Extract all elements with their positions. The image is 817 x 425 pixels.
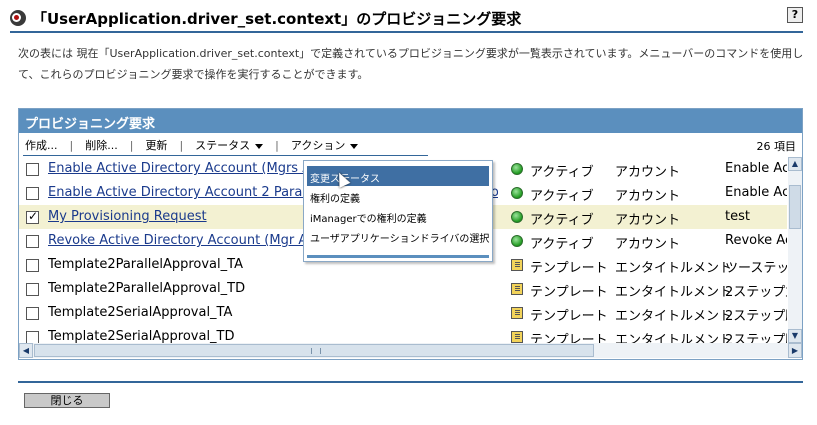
toolbar-separator: |: [129, 138, 134, 152]
toolbar-separator: |: [69, 138, 74, 152]
category-cell: エンタイトルメント: [615, 285, 733, 300]
template-document-icon: [511, 331, 523, 343]
refresh-button[interactable]: 更新: [145, 137, 167, 153]
delete-button[interactable]: 削除...: [85, 137, 118, 153]
status-cell: テンプレート: [530, 309, 608, 324]
row-checkbox[interactable]: [26, 187, 39, 200]
request-name: Template2SerialApproval_TD: [48, 329, 235, 343]
template-document-icon: [511, 307, 523, 319]
row-checkbox[interactable]: [26, 331, 39, 343]
menu-bottom-bar: [307, 255, 489, 258]
status-menu-button[interactable]: ステータス: [195, 137, 264, 153]
status-cell: テンプレート: [530, 261, 608, 276]
table-row[interactable]: Template2SerialApproval_TA テンプレート エンタイトルメン…: [19, 301, 787, 325]
status-cell: アクティブ: [530, 213, 594, 228]
description-cell: test: [725, 209, 750, 224]
template-document-icon: [511, 259, 523, 271]
row-checkbox[interactable]: [26, 259, 39, 272]
template-document-icon: [511, 283, 523, 295]
category-cell: アカウント: [615, 213, 681, 228]
title-bar: 「UserApplication.driver_set.context」のプロビ…: [10, 6, 521, 30]
category-cell: アカウント: [615, 165, 681, 180]
active-status-icon: [511, 187, 523, 199]
toolbar-separator: |: [179, 138, 184, 152]
close-button[interactable]: 閉じる: [24, 393, 110, 408]
row-checkbox[interactable]: [26, 235, 39, 248]
category-cell: エンタイトルメント: [615, 261, 733, 276]
menu-item-define-rights[interactable]: 権利の定義: [304, 186, 492, 206]
scroll-grip-icon: [311, 348, 321, 354]
scroll-left-arrow-icon[interactable]: ◀: [19, 343, 33, 358]
table-row[interactable]: Template2ParallelApproval_TD テンプレート エンタイトル…: [19, 277, 787, 301]
action-menu-button[interactable]: アクション: [290, 137, 359, 153]
description-cell: 2ステップ並: [725, 285, 787, 300]
panel-header: プロビジョニング要求: [19, 109, 802, 133]
row-checkbox[interactable]: [26, 163, 39, 176]
active-status-icon: [511, 235, 523, 247]
vertical-scrollbar[interactable]: ▲ ▼: [788, 157, 802, 343]
chevron-down-icon: [255, 143, 264, 149]
request-name: Template2SerialApproval_TA: [48, 305, 233, 320]
description-cell: Revoke Ac: [725, 233, 787, 248]
description-cell: Enable Ac: [725, 161, 787, 176]
status-cell: アクティブ: [530, 165, 594, 180]
active-status-icon: [511, 163, 523, 175]
horizontal-scrollbar[interactable]: ◀ ▶: [19, 343, 802, 358]
row-checkbox[interactable]: [26, 209, 39, 224]
description-cell: 2ステップ順: [725, 333, 787, 343]
description-cell: ツーステッフ: [725, 261, 787, 276]
title-divider: [10, 31, 803, 33]
toolbar-separator: |: [275, 138, 279, 152]
status-menu-label: ステータス: [195, 139, 251, 152]
scroll-right-arrow-icon[interactable]: ▶: [788, 343, 802, 358]
action-dropdown-menu: 変更ステータス 権利の定義 iManagerでの権利の定義 ユーザアプリケーショ…: [303, 160, 493, 262]
footer-divider: [18, 381, 803, 383]
menu-item-select-driver[interactable]: ユーザアプリケーションドライバの選択: [304, 226, 492, 246]
status-cell: アクティブ: [530, 237, 594, 252]
category-cell: アカウント: [615, 189, 681, 204]
status-cell: テンプレート: [530, 333, 608, 343]
page-description: 次の表には 現在「UserApplication.driver_set.cont…: [18, 47, 804, 81]
action-menu-label: アクション: [290, 139, 346, 152]
request-name: Template2ParallelApproval_TD: [48, 281, 246, 296]
toolbar: 作成... | 削除... | 更新 | ステータス | アクション 26 項目: [19, 133, 802, 157]
create-button[interactable]: 作成...: [25, 137, 58, 153]
status-cell: テンプレート: [530, 285, 608, 300]
chevron-down-icon: [350, 143, 359, 149]
description-cell: Enable Ac: [725, 185, 787, 200]
scroll-down-arrow-icon[interactable]: ▼: [788, 329, 802, 343]
category-cell: アカウント: [615, 237, 681, 252]
row-checkbox[interactable]: [26, 307, 39, 320]
item-count: 26 項目: [756, 140, 797, 153]
category-cell: エンタイトルメント: [615, 333, 733, 343]
horizontal-scroll-thumb[interactable]: [34, 344, 594, 357]
toolbar-underline: [23, 155, 428, 156]
active-status-icon: [511, 211, 523, 223]
vertical-scroll-thumb[interactable]: [789, 185, 801, 229]
page-title: 「UserApplication.driver_set.context」のプロビ…: [32, 9, 522, 28]
row-checkbox[interactable]: [26, 283, 39, 296]
status-cell: アクティブ: [530, 189, 594, 204]
table-row[interactable]: Template2SerialApproval_TD テンプレート エンタイトルメン…: [19, 325, 787, 343]
description-cell: 2ステップ順: [725, 309, 787, 324]
menu-item-define-rights-imanager[interactable]: iManagerでの権利の定義: [304, 206, 492, 226]
novell-app-icon: [10, 10, 26, 26]
scroll-up-arrow-icon[interactable]: ▲: [788, 157, 802, 171]
help-button[interactable]: ?: [787, 7, 803, 23]
category-cell: エンタイトルメント: [615, 309, 733, 324]
